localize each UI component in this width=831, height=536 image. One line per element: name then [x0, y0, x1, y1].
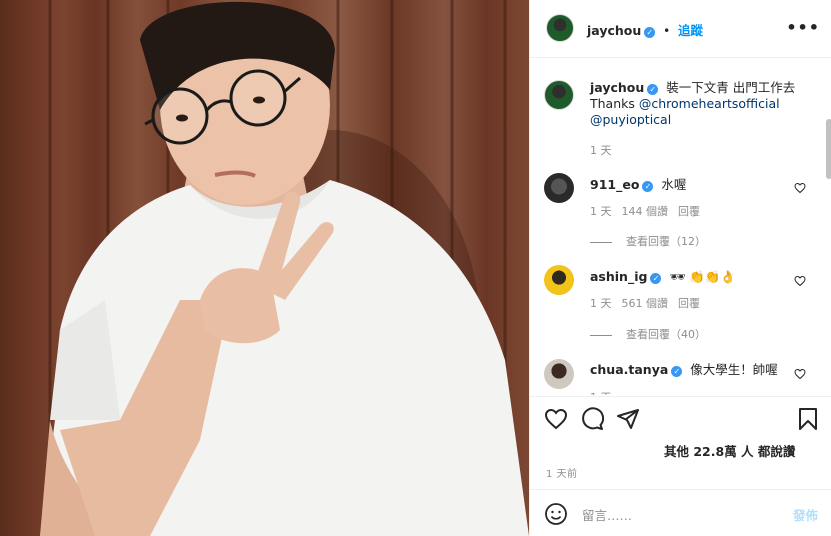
comment-input[interactable]: 留言…… — [582, 505, 632, 524]
comment-avatar[interactable] — [544, 173, 574, 203]
post-panel: jaychou ✓ • 追蹤 ••• jaychou ✓ 裝一下文青 出門工作去 T… — [529, 0, 831, 536]
mention-link[interactable]: @puyioptical — [590, 112, 671, 127]
verified-icon: ✓ — [647, 84, 659, 95]
comment-meta: 1 天 561 個讚 回覆 — [590, 295, 710, 311]
verified-icon: ✓ — [644, 27, 656, 38]
verified-icon: ✓ — [642, 181, 654, 192]
comment-like-icon[interactable] — [794, 275, 806, 287]
reply-button[interactable]: 回覆 — [678, 297, 700, 310]
replies-dash — [590, 334, 612, 336]
caption-username[interactable]: jaychou — [590, 80, 644, 95]
comment-like-icon[interactable] — [794, 182, 806, 194]
comment-like-icon[interactable] — [794, 368, 806, 380]
follow-button[interactable]: 追蹤 — [678, 23, 703, 38]
comments-list[interactable]: jaychou ✓ 裝一下文青 出門工作去 Thanks @chromeheart… — [530, 59, 831, 395]
header-username[interactable]: jaychou — [587, 23, 641, 38]
verified-icon: ✓ — [650, 273, 662, 284]
caption: jaychou ✓ 裝一下文青 出門工作去 Thanks @chromeheart… — [590, 80, 820, 157]
view-replies-label: 查看回覆（40） — [626, 328, 706, 341]
comment-username[interactable]: chua.tanya — [590, 362, 668, 377]
comment-item: chua.tanya✓ 像大學生！帥喔 1 天 — [590, 362, 790, 395]
mention-link[interactable]: @chromeheartsofficial — [639, 96, 780, 111]
comment-likes[interactable]: 561 個讚 — [622, 297, 669, 310]
post-photo[interactable] — [0, 0, 529, 536]
share-icon[interactable] — [616, 407, 640, 431]
avatar[interactable] — [546, 14, 574, 42]
caption-avatar[interactable] — [544, 80, 574, 110]
caption-text: 裝一下文青 出門工作去 — [666, 80, 796, 95]
comment-text: 像大學生！帥喔 — [690, 362, 778, 377]
comment-likes[interactable]: 144 個讚 — [622, 205, 669, 218]
replies-dash — [590, 241, 612, 243]
likes-count[interactable]: 其他 22.8萬 人 都說讚 — [664, 441, 795, 460]
verified-icon: ✓ — [671, 366, 683, 377]
more-options-icon[interactable]: ••• — [786, 18, 820, 37]
reply-button[interactable]: 回覆 — [678, 205, 700, 218]
comments-scrollbar[interactable] — [826, 119, 831, 179]
comment-avatar[interactable] — [544, 265, 574, 295]
comment-text: 水喔 — [661, 177, 687, 192]
comment-username[interactable]: 911_eo — [590, 177, 639, 192]
comment-time[interactable]: 1 天 — [590, 297, 612, 310]
comment-time[interactable]: 1 天 — [590, 391, 612, 395]
comment-item: ashin_ig ✓ 🕶 👏👏👌 1 天 561 個讚 回覆 查看回覆（40） — [590, 269, 790, 341]
post-actions: 其他 22.8萬 人 都說讚 1 天前 留言…… 發佈 — [530, 396, 831, 536]
heart-icon[interactable] — [544, 407, 568, 431]
bookmark-icon[interactable] — [796, 407, 820, 431]
photo-illustration — [40, 0, 529, 536]
post-comment-button[interactable]: 發佈 — [793, 505, 818, 524]
view-replies-label: 查看回覆（12） — [626, 235, 706, 248]
comment-username[interactable]: ashin_ig — [590, 269, 647, 284]
emoji-icon[interactable] — [544, 502, 568, 526]
comment-text: 🕶 👏👏👌 — [669, 269, 736, 284]
view-replies-button[interactable]: 查看回覆（40） — [590, 326, 706, 342]
add-comment-bar: 留言…… 發佈 — [530, 489, 831, 536]
dot-separator: • — [663, 24, 671, 38]
caption-time[interactable]: 1 天 — [590, 142, 612, 158]
post-time[interactable]: 1 天前 — [546, 465, 578, 480]
comment-time[interactable]: 1 天 — [590, 205, 612, 218]
view-replies-button[interactable]: 查看回覆（12） — [590, 233, 706, 249]
comment-meta: 1 天 — [590, 389, 622, 395]
header-user: jaychou ✓ • 追蹤 — [587, 20, 703, 39]
comment-icon[interactable] — [580, 407, 604, 431]
comment-avatar[interactable] — [544, 359, 574, 389]
caption-thanks: Thanks — [590, 96, 639, 111]
comment-item: 911_eo ✓ 水喔 1 天 144 個讚 回覆 查看回覆（12） — [590, 177, 790, 248]
post-header: jaychou ✓ • 追蹤 ••• — [530, 0, 831, 58]
comment-meta: 1 天 144 個讚 回覆 — [590, 203, 710, 219]
